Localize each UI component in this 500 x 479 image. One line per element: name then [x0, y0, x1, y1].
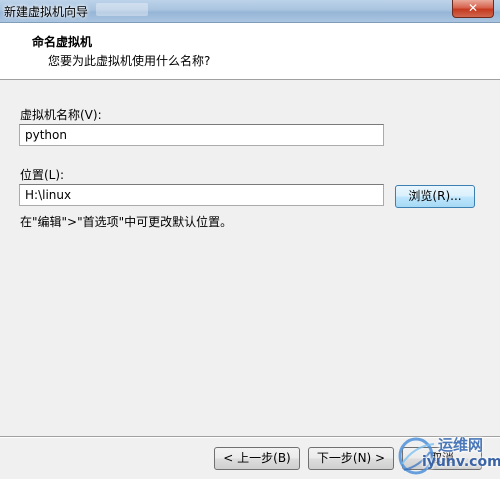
- location-input[interactable]: H:\linux: [19, 184, 384, 206]
- page-title: 命名虚拟机: [32, 35, 93, 49]
- close-icon: ✕: [467, 1, 479, 15]
- wizard-header: 命名虚拟机 您要为此虚拟机使用什么名称?: [0, 23, 500, 80]
- next-button[interactable]: 下一步(N) >: [308, 447, 394, 470]
- watermark-text-url: iyunv.com: [422, 454, 500, 470]
- watermark-logo: 运维网 iyunv.com: [394, 426, 500, 479]
- title-bar[interactable]: 新建虚拟机向导 ✕: [0, 0, 500, 23]
- vm-name-label: 虚拟机名称(V):: [20, 108, 102, 122]
- location-label: 位置(L):: [20, 168, 65, 182]
- window-title: 新建虚拟机向导: [4, 5, 89, 19]
- back-button[interactable]: < 上一步(B): [214, 447, 300, 470]
- background-window-ghost: [96, 3, 148, 16]
- watermark-text-cn: 运维网: [438, 436, 484, 454]
- location-hint: 在"编辑">"首选项"中可更改默认位置。: [20, 215, 233, 229]
- wizard-window: 新建虚拟机向导 ✕ 命名虚拟机 您要为此虚拟机使用什么名称? 虚拟机名称(V):…: [0, 0, 500, 479]
- vm-name-input[interactable]: python: [19, 124, 384, 146]
- page-subtitle: 您要为此虚拟机使用什么名称?: [48, 54, 211, 68]
- close-button[interactable]: ✕: [452, 0, 494, 18]
- browse-button[interactable]: 浏览(R)...: [395, 185, 475, 208]
